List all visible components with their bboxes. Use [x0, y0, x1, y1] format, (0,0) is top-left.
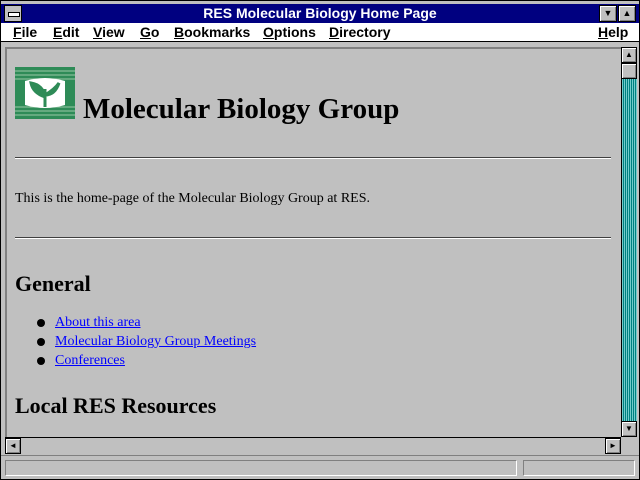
list-item: About this area	[35, 315, 256, 334]
maximize-button[interactable]: ▲	[618, 5, 636, 22]
bullet-icon	[37, 319, 45, 327]
scroll-down-arrow-icon[interactable]: ▼	[621, 421, 637, 437]
scrollbar-corner	[621, 437, 637, 453]
title-bar[interactable]: RES Molecular Biology Home Page ▼ ▲	[1, 4, 639, 23]
menu-edit[interactable]: Edit	[53, 24, 79, 40]
menu-bookmarks[interactable]: Bookmarks	[174, 24, 250, 40]
scroll-up-arrow-icon[interactable]: ▲	[621, 47, 637, 63]
molecular-biology-logo-icon	[15, 67, 75, 119]
status-text	[5, 460, 517, 476]
menu-view[interactable]: View	[93, 24, 125, 40]
section-heading-local-resources: Local RES Resources	[15, 393, 217, 418]
link-conferences[interactable]: Conferences	[55, 353, 125, 368]
scroll-right-arrow-icon[interactable]: ►	[605, 438, 621, 454]
horizontal-scrollbar[interactable]: ◄ ►	[5, 437, 621, 454]
vertical-scrollbar[interactable]: ▲ ▼	[621, 47, 637, 437]
scroll-left-arrow-icon[interactable]: ◄	[5, 438, 21, 454]
menu-file[interactable]: File	[13, 24, 37, 40]
window-title: RES Molecular Biology Home Page	[203, 5, 437, 21]
menu-directory[interactable]: Directory	[329, 24, 390, 40]
browser-window: RES Molecular Biology Home Page ▼ ▲ File…	[0, 0, 640, 480]
intro-paragraph: This is the home-page of the Molecular B…	[15, 191, 370, 206]
scroll-track[interactable]	[622, 63, 637, 421]
list-item: Molecular Biology Group Meetings	[35, 334, 256, 353]
scroll-thumb[interactable]	[621, 63, 637, 79]
horizontal-rule	[15, 237, 611, 239]
bullet-icon	[37, 338, 45, 346]
menu-go[interactable]: Go	[140, 24, 159, 40]
link-about-this-area[interactable]: About this area	[55, 315, 141, 330]
content-viewport[interactable]: Molecular Biology Group This is the home…	[5, 47, 621, 437]
menu-bar: File Edit View Go Bookmarks Options Dire…	[1, 23, 639, 42]
link-group-meetings[interactable]: Molecular Biology Group Meetings	[55, 334, 256, 349]
general-links-list: About this area Molecular Biology Group …	[35, 315, 256, 372]
page-heading: Molecular Biology Group	[83, 93, 400, 125]
section-heading-general: General	[15, 271, 91, 296]
minimize-button[interactable]: ▼	[599, 5, 617, 22]
bullet-icon	[37, 357, 45, 365]
menu-options[interactable]: Options	[263, 24, 316, 40]
horizontal-rule	[15, 157, 611, 159]
list-item: Conferences	[35, 353, 256, 372]
menu-help[interactable]: Help	[598, 24, 628, 40]
progress-indicator	[523, 460, 635, 476]
status-bar	[1, 455, 639, 479]
